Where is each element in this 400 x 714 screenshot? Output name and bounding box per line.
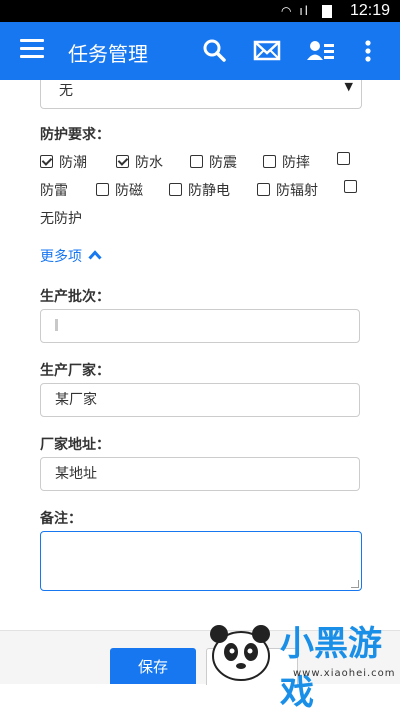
more-options-link[interactable]: 更多项 <box>40 246 102 266</box>
address-label: 厂家地址： <box>40 437 110 453</box>
status-bar: ◠ ıl 12:19 <box>0 0 400 22</box>
manufacturer-input[interactable]: 某厂家 <box>40 383 360 417</box>
checkbox-radiation[interactable]: 防辐射 <box>257 180 318 200</box>
checkbox-drop[interactable]: 防摔 <box>263 152 310 172</box>
checkbox-shock[interactable]: 防震 <box>190 152 237 172</box>
checkbox-magnetic[interactable]: 防磁 <box>96 180 143 200</box>
top-select[interactable]: 无 ▼ <box>40 80 362 109</box>
manufacturer-label: 生产厂家： <box>40 363 110 379</box>
batch-input[interactable] <box>40 309 360 343</box>
checkbox-empty-icon[interactable] <box>337 152 350 165</box>
checkbox-checked-icon[interactable] <box>116 155 129 168</box>
checkbox-empty-icon[interactable] <box>169 183 182 196</box>
checkbox-water[interactable]: 防水 <box>116 152 163 172</box>
checkbox-none[interactable] <box>344 180 363 196</box>
remark-label: 备注： <box>40 511 82 527</box>
checkbox-moisture[interactable]: 防潮 <box>40 152 87 172</box>
search-icon[interactable] <box>200 36 230 66</box>
more-vert-icon[interactable] <box>360 36 376 66</box>
mail-icon[interactable] <box>252 36 282 66</box>
page-title: 任务管理 <box>68 42 148 66</box>
panda-mascot-icon <box>210 625 270 681</box>
text-cursor <box>55 319 58 331</box>
dropdown-caret-icon: ▼ <box>344 80 353 93</box>
menu-icon[interactable] <box>20 39 44 59</box>
checkbox-checked-icon[interactable] <box>40 155 53 168</box>
address-input[interactable]: 某地址 <box>40 457 360 491</box>
status-time: 12:19 <box>349 2 390 19</box>
checkbox-lightning[interactable] <box>337 152 356 168</box>
protection-label: 防护要求： <box>40 127 110 143</box>
battery-icon <box>322 5 332 18</box>
form-content: 无 ▼ 防护要求： 防潮 防水 防震 防摔 防雷 防磁 防静电 防辐射 无防护 … <box>0 80 400 630</box>
contact-card-icon[interactable] <box>305 36 335 66</box>
resize-grip-icon[interactable] <box>351 580 359 588</box>
app-bar: 任务管理 <box>0 22 400 80</box>
remark-textarea[interactable] <box>40 531 362 591</box>
chevron-up-icon <box>88 248 102 264</box>
checkbox-empty-icon[interactable] <box>190 155 203 168</box>
checkbox-static[interactable]: 防静电 <box>169 180 230 200</box>
checkbox-lightning-label: 防雷 <box>40 183 68 199</box>
checkbox-empty-icon[interactable] <box>96 183 109 196</box>
checkbox-empty-icon[interactable] <box>263 155 276 168</box>
signal-icon: ◠ ıl <box>281 4 310 18</box>
batch-label: 生产批次： <box>40 289 110 305</box>
watermark-url: www.xiaohei.com <box>293 668 396 679</box>
watermark-brand: 小黑游戏 <box>280 624 382 713</box>
checkbox-empty-icon[interactable] <box>257 183 270 196</box>
save-button[interactable]: 保存 <box>110 648 196 684</box>
checkbox-empty-icon[interactable] <box>344 180 357 193</box>
top-select-value: 无 <box>59 83 73 99</box>
watermark-logo: 小黑游戏 www.xiaohei.com <box>205 612 400 713</box>
checkbox-none-label: 无防护 <box>40 211 82 227</box>
